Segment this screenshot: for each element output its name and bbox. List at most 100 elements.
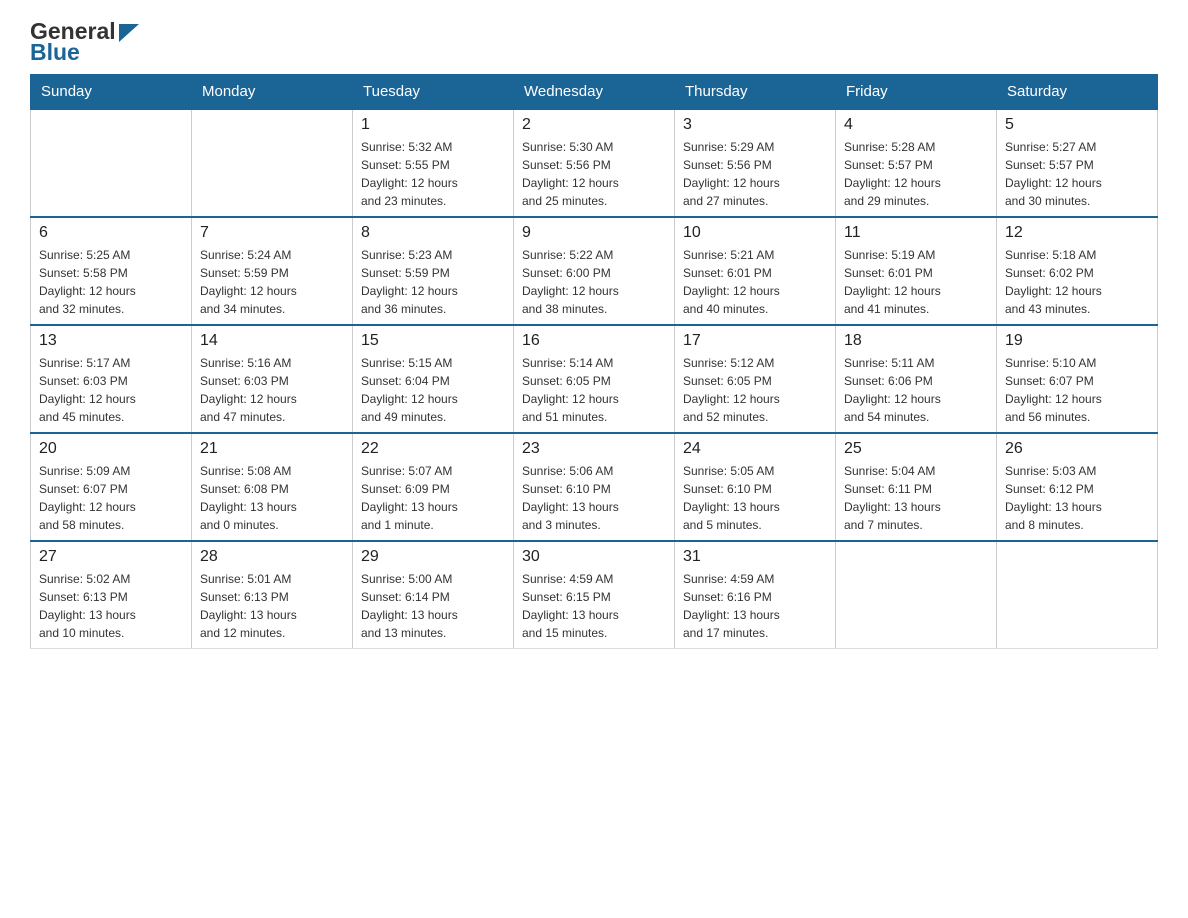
day-info: Sunrise: 5:05 AM Sunset: 6:10 PM Dayligh… [683,462,827,534]
day-info: Sunrise: 5:27 AM Sunset: 5:57 PM Dayligh… [1005,138,1149,210]
week-row-1: 1 Sunrise: 5:32 AM Sunset: 5:55 PM Daylig… [31,109,1158,217]
calendar-cell [836,541,997,649]
calendar-cell: 28 Sunrise: 5:01 AM Sunset: 6:13 PM Dayli… [192,541,353,649]
day-number: 19 [1005,332,1149,350]
day-number: 29 [361,548,505,566]
day-number: 28 [200,548,344,566]
day-number: 31 [683,548,827,566]
calendar-cell: 17 Sunrise: 5:12 AM Sunset: 6:05 PM Dayli… [675,325,836,433]
day-number: 26 [1005,440,1149,458]
calendar-table: SundayMondayTuesdayWednesdayThursdayFrid… [30,74,1158,649]
day-number: 9 [522,224,666,242]
day-info: Sunrise: 5:29 AM Sunset: 5:56 PM Dayligh… [683,138,827,210]
day-info: Sunrise: 5:06 AM Sunset: 6:10 PM Dayligh… [522,462,666,534]
day-info: Sunrise: 5:30 AM Sunset: 5:56 PM Dayligh… [522,138,666,210]
day-info: Sunrise: 5:24 AM Sunset: 5:59 PM Dayligh… [200,246,344,318]
week-row-2: 6 Sunrise: 5:25 AM Sunset: 5:58 PM Daylig… [31,217,1158,325]
day-info: Sunrise: 5:08 AM Sunset: 6:08 PM Dayligh… [200,462,344,534]
day-number: 16 [522,332,666,350]
day-info: Sunrise: 5:00 AM Sunset: 6:14 PM Dayligh… [361,570,505,642]
day-number: 11 [844,224,988,242]
calendar-cell: 4 Sunrise: 5:28 AM Sunset: 5:57 PM Daylig… [836,109,997,217]
day-info: Sunrise: 5:03 AM Sunset: 6:12 PM Dayligh… [1005,462,1149,534]
calendar-cell [192,109,353,217]
week-row-4: 20Sunrise: 5:09 AM Sunset: 6:07 PM Dayli… [31,433,1158,541]
calendar-cell: 8 Sunrise: 5:23 AM Sunset: 5:59 PM Daylig… [353,217,514,325]
day-info: Sunrise: 5:17 AM Sunset: 6:03 PM Dayligh… [39,354,183,426]
calendar-cell: 2Sunrise: 5:30 AM Sunset: 5:56 PM Daylig… [514,109,675,217]
calendar-cell: 19 Sunrise: 5:10 AM Sunset: 6:07 PM Dayli… [997,325,1158,433]
page-header: General Blue [30,20,1158,64]
calendar-header-row: SundayMondayTuesdayWednesdayThursdayFrid… [31,75,1158,110]
day-number: 6 [39,224,183,242]
day-info: Sunrise: 5:22 AM Sunset: 6:00 PM Dayligh… [522,246,666,318]
calendar-cell [997,541,1158,649]
day-number: 13 [39,332,183,350]
calendar-cell: 22 Sunrise: 5:07 AM Sunset: 6:09 PM Dayli… [353,433,514,541]
calendar-cell: 26 Sunrise: 5:03 AM Sunset: 6:12 PM Dayli… [997,433,1158,541]
calendar-cell: 15Sunrise: 5:15 AM Sunset: 6:04 PM Dayli… [353,325,514,433]
day-number: 27 [39,548,183,566]
calendar-cell: 5 Sunrise: 5:27 AM Sunset: 5:57 PM Daylig… [997,109,1158,217]
calendar-cell: 13 Sunrise: 5:17 AM Sunset: 6:03 PM Dayli… [31,325,192,433]
calendar-cell: 1 Sunrise: 5:32 AM Sunset: 5:55 PM Daylig… [353,109,514,217]
logo: General Blue [30,20,139,64]
calendar-cell: 16 Sunrise: 5:14 AM Sunset: 6:05 PM Dayli… [514,325,675,433]
day-info: Sunrise: 5:19 AM Sunset: 6:01 PM Dayligh… [844,246,988,318]
day-number: 5 [1005,116,1149,134]
day-info: Sunrise: 5:14 AM Sunset: 6:05 PM Dayligh… [522,354,666,426]
day-info: Sunrise: 5:16 AM Sunset: 6:03 PM Dayligh… [200,354,344,426]
day-number: 12 [1005,224,1149,242]
day-info: Sunrise: 5:21 AM Sunset: 6:01 PM Dayligh… [683,246,827,318]
calendar-cell: 10 Sunrise: 5:21 AM Sunset: 6:01 PM Dayli… [675,217,836,325]
day-number: 24 [683,440,827,458]
week-row-3: 13 Sunrise: 5:17 AM Sunset: 6:03 PM Dayli… [31,325,1158,433]
day-info: Sunrise: 5:12 AM Sunset: 6:05 PM Dayligh… [683,354,827,426]
day-info: Sunrise: 5:28 AM Sunset: 5:57 PM Dayligh… [844,138,988,210]
day-number: 20 [39,440,183,458]
calendar-cell: 6 Sunrise: 5:25 AM Sunset: 5:58 PM Daylig… [31,217,192,325]
day-number: 7 [200,224,344,242]
day-number: 8 [361,224,505,242]
day-info: Sunrise: 5:11 AM Sunset: 6:06 PM Dayligh… [844,354,988,426]
calendar-cell: 25 Sunrise: 5:04 AM Sunset: 6:11 PM Dayli… [836,433,997,541]
day-number: 17 [683,332,827,350]
day-number: 23 [522,440,666,458]
calendar-cell: 20Sunrise: 5:09 AM Sunset: 6:07 PM Dayli… [31,433,192,541]
calendar-cell: 29 Sunrise: 5:00 AM Sunset: 6:14 PM Dayli… [353,541,514,649]
calendar-cell: 3Sunrise: 5:29 AM Sunset: 5:56 PM Daylig… [675,109,836,217]
column-header-monday: Monday [192,75,353,110]
calendar-cell: 31 Sunrise: 4:59 AM Sunset: 6:16 PM Dayli… [675,541,836,649]
logo-arrow-icon [119,24,139,42]
day-number: 10 [683,224,827,242]
day-info: Sunrise: 5:01 AM Sunset: 6:13 PM Dayligh… [200,570,344,642]
calendar-cell: 27Sunrise: 5:02 AM Sunset: 6:13 PM Dayli… [31,541,192,649]
calendar-cell: 11 Sunrise: 5:19 AM Sunset: 6:01 PM Dayli… [836,217,997,325]
day-info: Sunrise: 5:07 AM Sunset: 6:09 PM Dayligh… [361,462,505,534]
column-header-tuesday: Tuesday [353,75,514,110]
day-info: Sunrise: 5:25 AM Sunset: 5:58 PM Dayligh… [39,246,183,318]
calendar-cell: 23 Sunrise: 5:06 AM Sunset: 6:10 PM Dayli… [514,433,675,541]
calendar-cell: 7 Sunrise: 5:24 AM Sunset: 5:59 PM Daylig… [192,217,353,325]
day-info: Sunrise: 4:59 AM Sunset: 6:16 PM Dayligh… [683,570,827,642]
day-info: Sunrise: 5:10 AM Sunset: 6:07 PM Dayligh… [1005,354,1149,426]
day-number: 25 [844,440,988,458]
column-header-friday: Friday [836,75,997,110]
calendar-cell: 18Sunrise: 5:11 AM Sunset: 6:06 PM Dayli… [836,325,997,433]
day-info: Sunrise: 4:59 AM Sunset: 6:15 PM Dayligh… [522,570,666,642]
column-header-sunday: Sunday [31,75,192,110]
day-number: 4 [844,116,988,134]
day-number: 22 [361,440,505,458]
day-number: 1 [361,116,505,134]
day-info: Sunrise: 5:32 AM Sunset: 5:55 PM Dayligh… [361,138,505,210]
day-number: 15 [361,332,505,350]
day-number: 21 [200,440,344,458]
day-info: Sunrise: 5:23 AM Sunset: 5:59 PM Dayligh… [361,246,505,318]
day-info: Sunrise: 5:04 AM Sunset: 6:11 PM Dayligh… [844,462,988,534]
calendar-cell: 14 Sunrise: 5:16 AM Sunset: 6:03 PM Dayli… [192,325,353,433]
column-header-saturday: Saturday [997,75,1158,110]
column-header-wednesday: Wednesday [514,75,675,110]
day-info: Sunrise: 5:18 AM Sunset: 6:02 PM Dayligh… [1005,246,1149,318]
day-number: 14 [200,332,344,350]
calendar-cell: 12 Sunrise: 5:18 AM Sunset: 6:02 PM Dayli… [997,217,1158,325]
